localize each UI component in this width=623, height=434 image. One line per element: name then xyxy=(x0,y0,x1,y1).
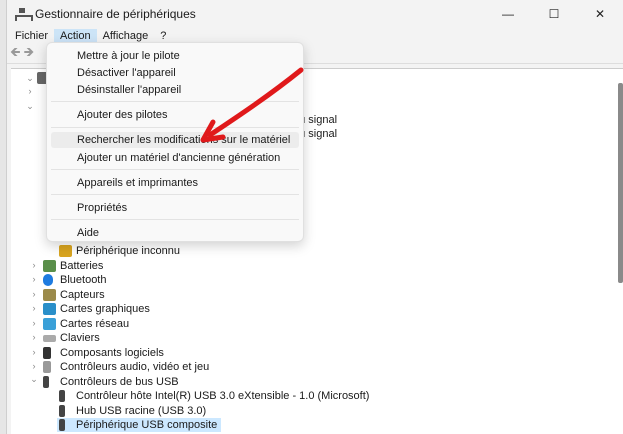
red-annotation-arrow-icon xyxy=(200,67,304,143)
